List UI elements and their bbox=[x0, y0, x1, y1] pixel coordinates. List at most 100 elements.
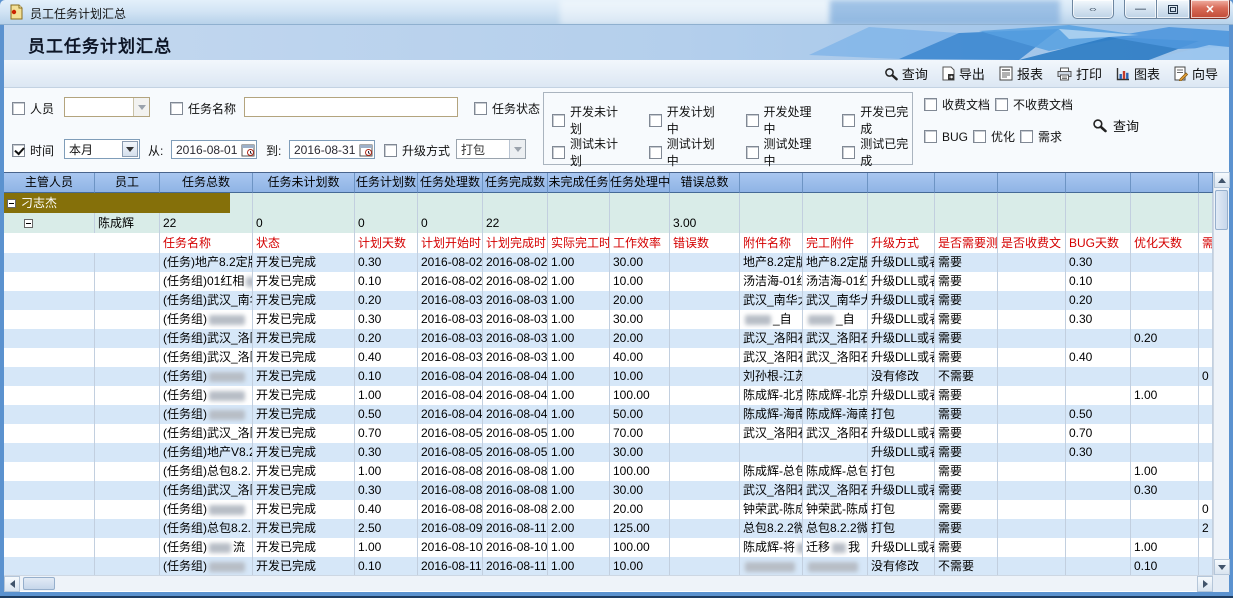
group-row[interactable]: 刁志杰 bbox=[4, 193, 1213, 213]
collapse-employee-icon[interactable] bbox=[24, 219, 33, 228]
task-row[interactable]: (任务组)开发已完成0.102016-08-112016-08-111.0010… bbox=[4, 557, 1213, 576]
summary-cell bbox=[935, 213, 998, 233]
scroll-left-button[interactable] bbox=[4, 576, 20, 592]
person-checkbox[interactable] bbox=[12, 102, 25, 115]
cell bbox=[670, 481, 740, 500]
column-header-13[interactable] bbox=[935, 173, 998, 193]
upgrade-mode-checkbox[interactable] bbox=[384, 144, 397, 157]
scroll-up-button[interactable] bbox=[1214, 172, 1230, 188]
type-option-0-checkbox[interactable] bbox=[924, 130, 937, 143]
column-header-9[interactable]: 错误总数 bbox=[670, 173, 740, 193]
type-option-2-checkbox[interactable] bbox=[1020, 130, 1033, 143]
task-row[interactable]: (任务组)武汉_洛阳开发已完成0.402016-08-032016-08-031… bbox=[4, 348, 1213, 367]
task-row[interactable]: (任务组)武汉_洛阳开发已完成0.302016-08-082016-08-081… bbox=[4, 481, 1213, 500]
status-option-0-1-checkbox[interactable] bbox=[649, 114, 662, 127]
cell: 0.10 bbox=[1131, 557, 1199, 576]
resize-button[interactable]: ⇔ bbox=[1072, 0, 1114, 19]
horizontal-scrollbar[interactable] bbox=[4, 575, 1213, 591]
task-row[interactable]: (任务组)武汉_洛阳开发已完成0.202016-08-032016-08-031… bbox=[4, 329, 1213, 348]
task-row[interactable]: (任务组)开发已完成1.002016-08-042016-08-041.0010… bbox=[4, 386, 1213, 405]
date-from-field[interactable]: 2016-08-01 bbox=[171, 140, 257, 159]
status-option-1-1-checkbox[interactable] bbox=[649, 146, 662, 159]
minimize-button[interactable]: — bbox=[1124, 0, 1157, 19]
time-checkbox[interactable] bbox=[12, 144, 25, 157]
type-option-1-checkbox[interactable] bbox=[973, 130, 986, 143]
column-header-11[interactable] bbox=[803, 173, 868, 193]
cell bbox=[998, 386, 1066, 405]
column-header-2[interactable]: 任务总数 bbox=[160, 173, 253, 193]
column-header-14[interactable] bbox=[998, 173, 1066, 193]
task-row[interactable]: (任务组)武汉_洛阳开发已完成0.702016-08-052016-08-051… bbox=[4, 424, 1213, 443]
task-row[interactable]: (任务组)总包8.2.开发已完成2.502016-08-092016-08-11… bbox=[4, 519, 1213, 538]
cell: 2016-08-05 bbox=[483, 424, 548, 443]
column-header-10[interactable] bbox=[740, 173, 803, 193]
task-name-checkbox[interactable] bbox=[170, 102, 183, 115]
filter-query-button[interactable]: 查询 bbox=[1092, 116, 1139, 135]
task-status-checkbox[interactable] bbox=[474, 102, 487, 115]
column-header-6[interactable]: 任务完成数 bbox=[483, 173, 548, 193]
task-row[interactable]: (任务组)开发已完成0.102016-08-042016-08-041.0010… bbox=[4, 367, 1213, 386]
redacted-text bbox=[808, 562, 858, 572]
column-header-17[interactable] bbox=[1199, 173, 1213, 193]
task-name-input[interactable] bbox=[244, 97, 458, 117]
task-row[interactable]: (任务组)01红相开发已完成0.102016-08-022016-08-021.… bbox=[4, 272, 1213, 291]
task-row[interactable]: (任务组)总包8.2.开发已完成1.002016-08-082016-08-08… bbox=[4, 462, 1213, 481]
task-row[interactable]: (任务)地产8.2定版开发已完成0.302016-08-022016-08-02… bbox=[4, 253, 1213, 272]
date-to-field[interactable]: 2016-08-31 bbox=[289, 140, 375, 159]
status-option-0-2-checkbox[interactable] bbox=[746, 114, 759, 127]
column-header-1[interactable]: 员工 bbox=[95, 173, 160, 193]
column-header-7[interactable]: 未完成任务 bbox=[548, 173, 610, 193]
close-button[interactable]: ✕ bbox=[1190, 0, 1230, 19]
status-option-1-2-checkbox[interactable] bbox=[746, 146, 759, 159]
cell bbox=[803, 443, 868, 462]
cell: 打包 bbox=[868, 462, 935, 481]
task-row[interactable]: (任务组)开发已完成0.302016-08-032016-08-031.0030… bbox=[4, 310, 1213, 329]
person-select[interactable] bbox=[64, 97, 150, 117]
task-row[interactable]: (任务组)开发已完成0.502016-08-042016-08-041.0050… bbox=[4, 405, 1213, 424]
toolbar-export-button[interactable]: 导出 bbox=[937, 62, 990, 85]
doc-option-1-checkbox[interactable] bbox=[995, 98, 1008, 111]
column-header-5[interactable]: 任务处理数 bbox=[418, 173, 483, 193]
redacted-text bbox=[808, 315, 834, 325]
doc-option-0-checkbox[interactable] bbox=[924, 98, 937, 111]
horizontal-scroll-thumb[interactable] bbox=[23, 577, 55, 590]
toolbar-wizard-button[interactable]: 向导 bbox=[1169, 62, 1223, 85]
cell: 20.00 bbox=[610, 329, 670, 348]
upgrade-mode-select[interactable]: 打包 bbox=[456, 139, 526, 159]
task-row[interactable]: (任务组)流开发已完成1.002016-08-102016-08-101.001… bbox=[4, 538, 1213, 557]
collapse-group-icon[interactable] bbox=[7, 199, 16, 208]
detail-column-header-7: 错误数 bbox=[670, 233, 740, 253]
vertical-scrollbar[interactable] bbox=[1213, 172, 1229, 575]
scroll-right-button[interactable] bbox=[1197, 576, 1213, 592]
cell: 汤洁海-01红 bbox=[740, 272, 803, 291]
status-option-0-3-checkbox[interactable] bbox=[842, 114, 855, 127]
cell bbox=[1199, 272, 1213, 291]
column-header-0[interactable]: 主管人员 bbox=[4, 173, 95, 193]
cell bbox=[1066, 481, 1131, 500]
time-period-select[interactable]: 本月 bbox=[64, 139, 140, 159]
maximize-button[interactable] bbox=[1157, 0, 1190, 19]
toolbar-print-button[interactable]: 打印 bbox=[1052, 62, 1107, 85]
column-header-12[interactable] bbox=[868, 173, 935, 193]
column-header-15[interactable] bbox=[1066, 173, 1131, 193]
group-cell[interactable]: 刁志杰 bbox=[4, 193, 230, 213]
column-header-8[interactable]: 任务处理中 bbox=[610, 173, 670, 193]
task-row[interactable]: (任务组)武汉_南华开发已完成0.202016-08-032016-08-031… bbox=[4, 291, 1213, 310]
column-header-4[interactable]: 任务计划数 bbox=[355, 173, 418, 193]
column-header-3[interactable]: 任务未计划数 bbox=[253, 173, 355, 193]
toolbar-chart-button[interactable]: 图表 bbox=[1111, 62, 1165, 85]
arrow-left-icon bbox=[10, 580, 15, 588]
task-row[interactable]: (任务组)地产V8.2开发已完成0.302016-08-052016-08-05… bbox=[4, 443, 1213, 462]
vertical-scroll-thumb[interactable] bbox=[1215, 190, 1228, 230]
status-option-1-0-checkbox[interactable] bbox=[552, 146, 565, 159]
column-header-16[interactable] bbox=[1131, 173, 1199, 193]
summary-cell: 0 bbox=[253, 213, 355, 233]
cell: 10.00 bbox=[610, 272, 670, 291]
status-option-0-0-checkbox[interactable] bbox=[552, 114, 565, 127]
toolbar-report-button[interactable]: 报表 bbox=[994, 62, 1048, 85]
task-row[interactable]: (任务组)开发已完成0.402016-08-082016-08-082.0020… bbox=[4, 500, 1213, 519]
scroll-down-button[interactable] bbox=[1214, 559, 1230, 575]
toolbar-query-button[interactable]: 查询 bbox=[879, 62, 933, 85]
status-option-1-3-checkbox[interactable] bbox=[842, 146, 855, 159]
employee-summary-row[interactable]: 陈成辉22000223.00 bbox=[4, 213, 1213, 233]
